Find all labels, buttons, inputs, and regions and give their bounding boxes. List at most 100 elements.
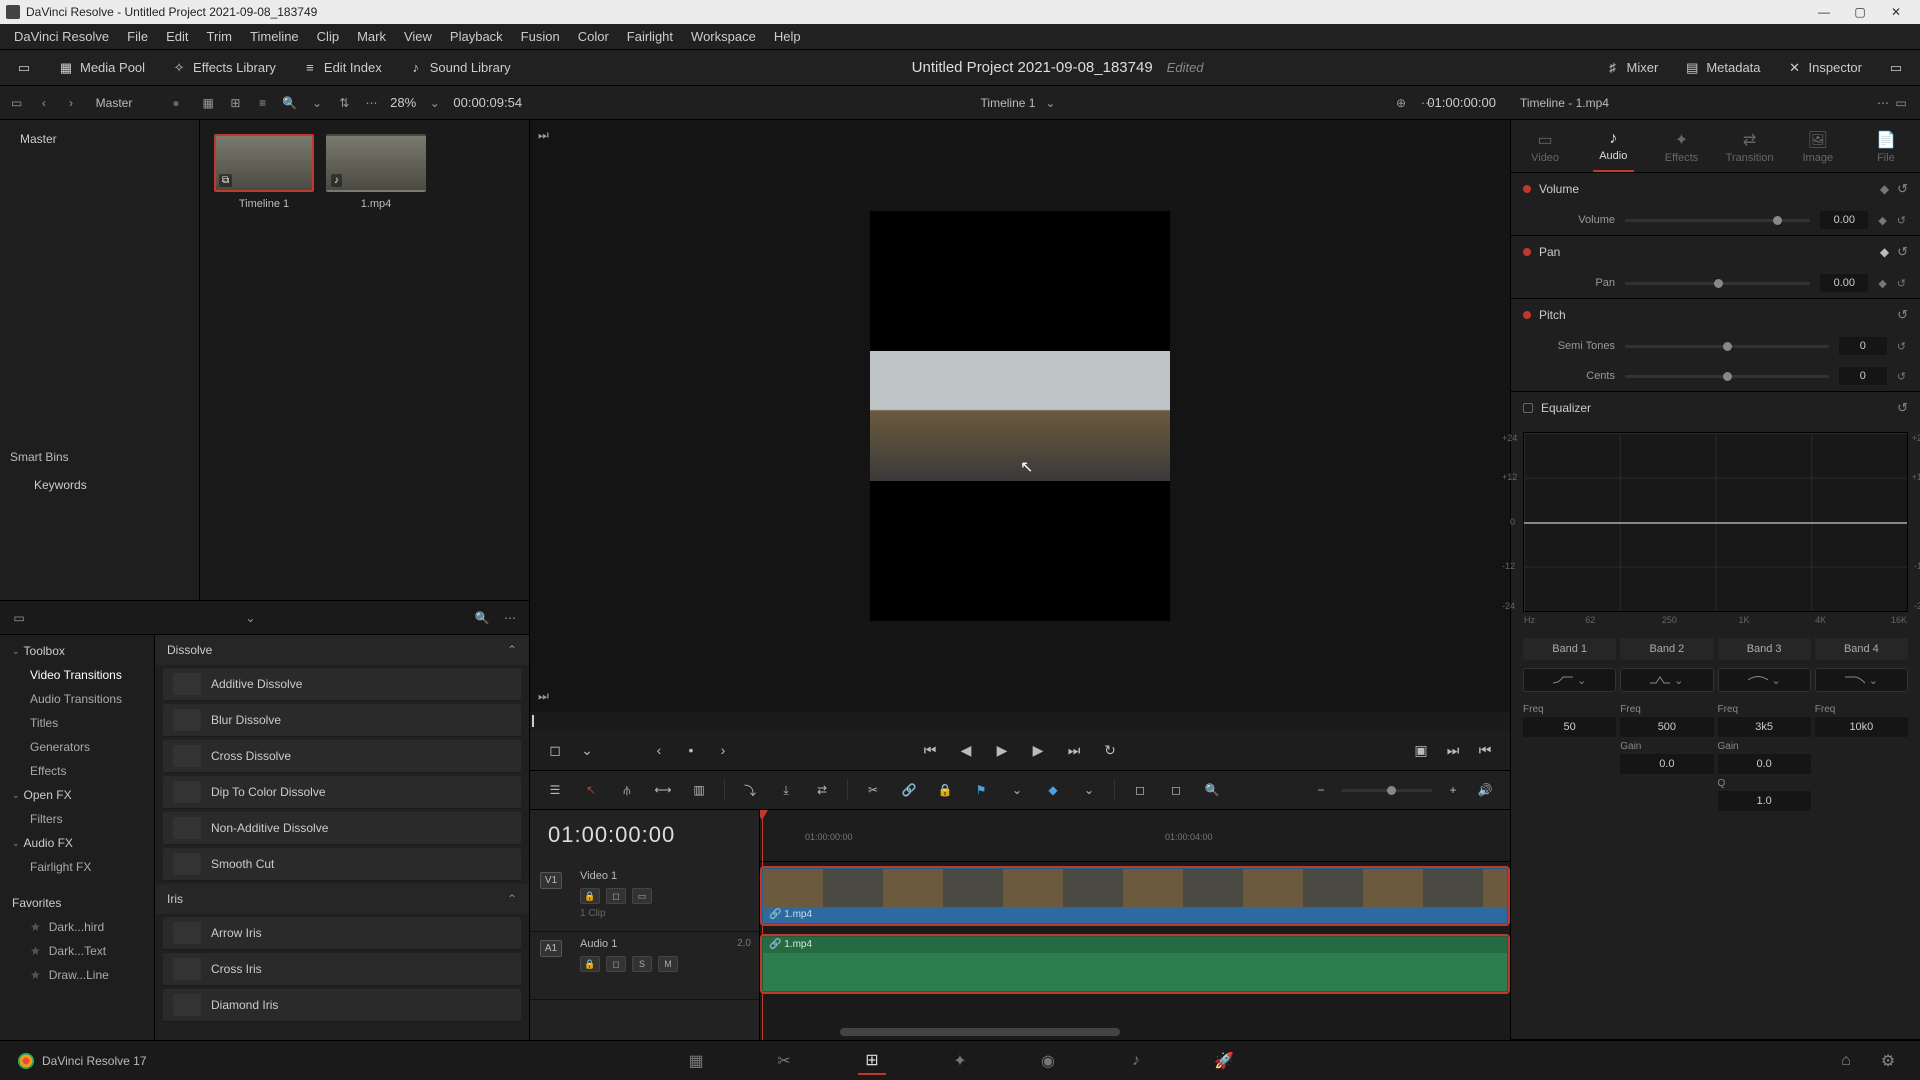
zoom-slider[interactable] <box>1342 789 1432 792</box>
marker-chevron-icon[interactable]: ⌄ <box>1078 779 1100 801</box>
inspector-expand-icon[interactable]: ▭ <box>1892 94 1910 112</box>
pan-section-kf-icon[interactable]: ◆ <box>1880 245 1889 259</box>
menu-fairlight[interactable]: Fairlight <box>621 27 679 46</box>
timeline-ruler[interactable]: 01:00:00:0001:00:04:0001:00:08:00 <box>760 810 1510 862</box>
fx-item[interactable]: Smooth Cut <box>163 848 521 881</box>
color-page[interactable]: ◉ <box>1034 1047 1062 1075</box>
expand-icon[interactable]: ▭ <box>1882 56 1910 80</box>
insert-tool[interactable]: ⤵ <box>739 779 761 801</box>
band4-shape[interactable]: ⌄ <box>1815 668 1908 692</box>
selection-tool[interactable]: ↖ <box>580 779 602 801</box>
loop-button[interactable]: ↻ <box>1099 739 1121 761</box>
pitch-reset-icon[interactable]: ↺ <box>1897 307 1908 323</box>
gain-value[interactable]: 0.0 <box>1718 754 1811 774</box>
mute-icon[interactable]: 🔊 <box>1474 779 1496 801</box>
atrack-mute-button[interactable]: M <box>658 956 678 972</box>
timeline-view-icon[interactable]: ☰ <box>544 779 566 801</box>
program-viewer[interactable]: ⏭ ↖ ⏭ <box>530 120 1510 712</box>
zoom-out-icon[interactable]: − <box>1310 779 1332 801</box>
section-kf-icon[interactable]: ◆ <box>1880 182 1889 196</box>
viewer-options-icon[interactable]: ⊕ <box>1392 94 1410 112</box>
volume-reset-icon[interactable]: ↺ <box>1897 214 1906 227</box>
home-icon[interactable]: ⌂ <box>1832 1047 1860 1075</box>
semitones-reset-icon[interactable]: ↺ <box>1897 340 1906 353</box>
link-icon[interactable]: 🔗 <box>898 779 920 801</box>
inspector-more-icon[interactable]: ⋯ <box>1874 94 1892 112</box>
edit-index-toggle[interactable]: ≡Edit Index <box>296 56 388 80</box>
volume-kf-icon[interactable]: ◆ <box>1878 214 1886 227</box>
menu-timeline[interactable]: Timeline <box>244 27 305 46</box>
inspector-tab-image[interactable]: 🖼Image <box>1784 126 1852 172</box>
menu-workspace[interactable]: Workspace <box>685 27 762 46</box>
eq-band-tab[interactable]: Band 2 <box>1620 638 1713 660</box>
freq-value[interactable]: 500 <box>1620 717 1713 737</box>
menu-color[interactable]: Color <box>572 27 615 46</box>
menu-file[interactable]: File <box>121 27 154 46</box>
pan-section-reset-icon[interactable]: ↺ <box>1897 244 1908 260</box>
volume-slider[interactable] <box>1625 219 1810 222</box>
fx-tree-node[interactable]: Titles <box>0 711 154 735</box>
fx-group-header[interactable]: Dissolve⌃ <box>155 635 529 665</box>
inspector-tab-file[interactable]: 📄File <box>1852 126 1920 172</box>
nav-back-icon[interactable]: ‹ <box>35 94 52 112</box>
clip-item[interactable]: ♪1.mp4 <box>326 134 426 210</box>
bypass-chevron-icon[interactable]: ⌄ <box>576 739 598 761</box>
sound-library-toggle[interactable]: ♪Sound Library <box>402 56 517 80</box>
fx-group-header[interactable]: Iris⌃ <box>155 884 529 914</box>
settings-icon[interactable]: ⚙ <box>1874 1047 1902 1075</box>
video-track-header[interactable]: V1 Video 1 🔒 ◻ ▭ 1 Clip <box>530 864 759 932</box>
pan-value[interactable]: 0.00 <box>1820 274 1868 292</box>
inspector-tab-audio[interactable]: ♪Audio <box>1579 126 1647 172</box>
favorite-item[interactable]: ★Dark...hird <box>0 915 154 939</box>
play-button[interactable]: ▶ <box>991 739 1013 761</box>
mixer-toggle[interactable]: ♯Mixer <box>1599 56 1665 80</box>
flag-chevron-icon[interactable]: ⌄ <box>1006 779 1028 801</box>
reset-icon[interactable]: ↺ <box>1897 181 1908 197</box>
gain-value[interactable]: 0.0 <box>1620 754 1713 774</box>
dynamic-trim-tool[interactable]: ⟷ <box>652 779 674 801</box>
video-clip[interactable]: 🔗 1.mp4 <box>762 868 1508 924</box>
list-view-icon[interactable]: ▦ <box>200 94 217 112</box>
media-pool-toggle[interactable]: ▦Media Pool <box>52 56 151 80</box>
menu-view[interactable]: View <box>398 27 438 46</box>
viewer-zoom[interactable]: 28% <box>390 95 416 110</box>
cut-page[interactable]: ✂ <box>770 1047 798 1075</box>
band2-shape[interactable]: ⌄ <box>1620 668 1713 692</box>
lock-icon[interactable]: 🔒 <box>934 779 956 801</box>
replace-tool[interactable]: ⇄ <box>811 779 833 801</box>
menu-edit[interactable]: Edit <box>160 27 194 46</box>
match-frame-icon[interactable]: ▣ <box>1410 739 1432 761</box>
atrack-auto-icon[interactable]: ◻ <box>606 956 626 972</box>
skip-icon[interactable]: ⏭ <box>538 689 549 704</box>
more-icon[interactable]: ⋯ <box>363 94 380 112</box>
freq-value[interactable]: 50 <box>1523 717 1616 737</box>
zoom-in-icon[interactable]: + <box>1442 779 1464 801</box>
track-auto-icon[interactable]: ◻ <box>606 888 626 904</box>
bin-path[interactable]: Master <box>90 96 163 110</box>
step-fwd-button[interactable]: ▶ <box>1027 739 1049 761</box>
track-lock-icon[interactable]: 🔒 <box>580 888 600 904</box>
fx-item[interactable]: Dip To Color Dissolve <box>163 776 521 809</box>
fx-tree-node[interactable]: Generators <box>0 735 154 759</box>
zoom-custom-icon[interactable]: 🔍 <box>1201 779 1223 801</box>
fx-more-icon[interactable]: ⋯ <box>501 609 519 627</box>
freq-value[interactable]: 10k0 <box>1815 717 1908 737</box>
cents-value[interactable]: 0 <box>1839 367 1887 385</box>
timeline-tracks[interactable]: 01:00:00:0001:00:04:0001:00:08:00 🔗 1.mp… <box>760 810 1510 1040</box>
favorite-item[interactable]: ★Draw...Line <box>0 963 154 987</box>
fx-chevron-icon[interactable]: ⌄ <box>242 609 260 627</box>
search-icon[interactable]: 🔍 <box>281 94 298 112</box>
bin-keywords[interactable]: Keywords <box>0 472 199 498</box>
bin-master[interactable]: Master <box>0 126 199 152</box>
fx-tree-node[interactable]: ⌄Toolbox <box>0 639 154 663</box>
cents-reset-icon[interactable]: ↺ <box>1897 370 1906 383</box>
collapse-icon[interactable]: ⌃ <box>507 643 517 657</box>
eq-graph[interactable]: +24 +12 0 -12 -24 +24 +12 -12 -24 Hz 62 … <box>1523 432 1908 612</box>
strip-view-icon[interactable]: ≡ <box>254 94 271 112</box>
window-maximize[interactable]: ▢ <box>1842 0 1878 24</box>
inspector-tab-effects[interactable]: ✦Effects <box>1647 126 1715 172</box>
menu-davinci-resolve[interactable]: DaVinci Resolve <box>8 27 115 46</box>
clip-item[interactable]: ⧉Timeline 1 <box>214 134 314 210</box>
effects-library-toggle[interactable]: ✧Effects Library <box>165 56 282 80</box>
menu-help[interactable]: Help <box>768 27 807 46</box>
